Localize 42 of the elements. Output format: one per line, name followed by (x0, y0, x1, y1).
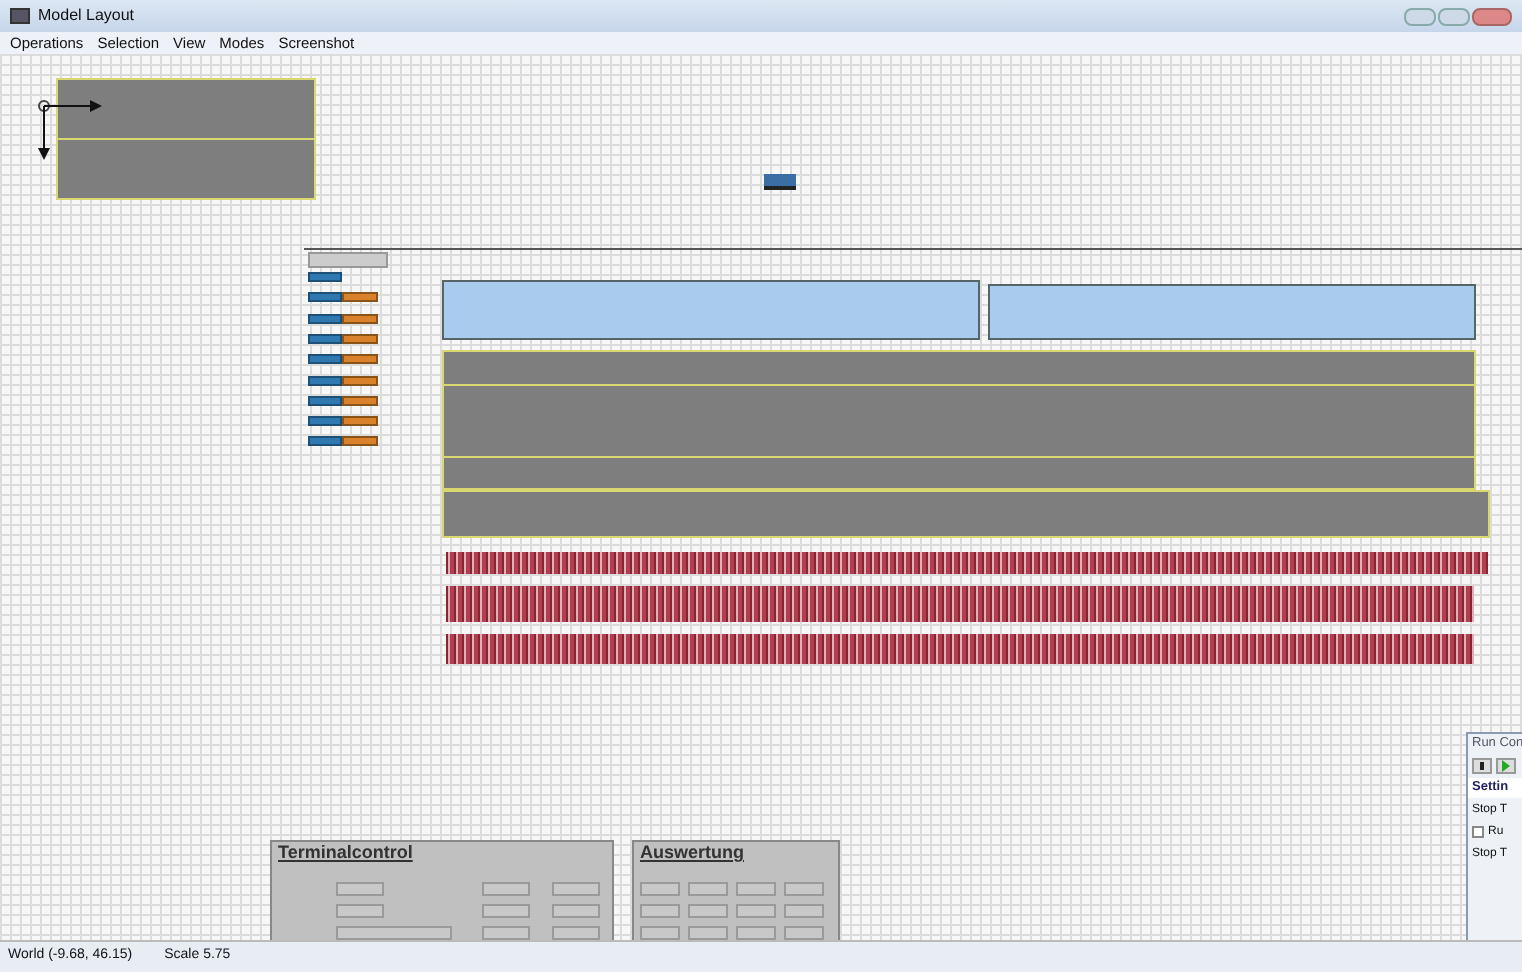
input-field[interactable] (688, 904, 728, 918)
panel-title: Terminalcontrol (276, 842, 415, 864)
minimize-button[interactable] (1404, 7, 1436, 25)
vehicle-shape (764, 174, 796, 190)
input-field[interactable] (688, 882, 728, 896)
input-field[interactable] (640, 926, 680, 940)
step-button[interactable] (1472, 757, 1492, 774)
maximize-button[interactable] (1438, 7, 1470, 25)
panel-title: Auswertung (638, 842, 747, 864)
input-field[interactable] (640, 904, 680, 918)
label-box (308, 252, 388, 268)
slot-bar (308, 436, 378, 447)
input-field[interactable] (552, 926, 600, 940)
input-field[interactable] (336, 882, 384, 896)
input-field[interactable] (640, 882, 680, 896)
input-field[interactable] (688, 926, 728, 940)
input-field[interactable] (784, 926, 824, 940)
input-field[interactable] (736, 904, 776, 918)
input-field[interactable] (336, 904, 384, 918)
slot-bar (308, 375, 378, 385)
input-field[interactable] (482, 926, 530, 940)
input-field[interactable] (552, 882, 600, 896)
checkbox[interactable] (1472, 826, 1484, 838)
app-icon (10, 8, 30, 24)
slot-bar (308, 313, 378, 324)
input-field[interactable] (552, 904, 600, 918)
slot-bar (308, 333, 378, 344)
slot-bar (308, 272, 342, 282)
input-field[interactable] (784, 904, 824, 918)
input-field[interactable] (482, 882, 530, 896)
input-field[interactable] (482, 904, 530, 918)
input-field[interactable] (336, 926, 452, 940)
slot-bar (308, 416, 378, 427)
slot-bar (308, 395, 378, 406)
slot-bar (308, 292, 378, 303)
window-title: Model Layout (38, 4, 135, 28)
input-field[interactable] (736, 882, 776, 896)
axes-icon (34, 94, 106, 162)
input-field[interactable] (736, 926, 776, 940)
slot-bar (308, 354, 378, 365)
input-field[interactable] (784, 882, 824, 896)
close-button[interactable] (1472, 7, 1512, 25)
